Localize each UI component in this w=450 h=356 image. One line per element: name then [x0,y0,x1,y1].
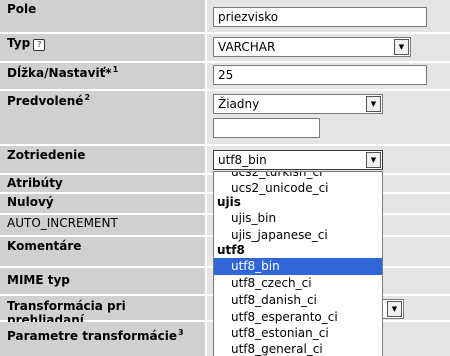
optgroup-utf8: utf8 [217,243,245,257]
chevron-down-icon[interactable]: ▼ [366,96,381,112]
label-zotriedenie-text: Zotriedenie [7,148,86,162]
collation-select[interactable]: utf8_bin ▼ [213,150,383,170]
label-komentare-text: Komentáre [7,239,82,253]
label-nulovy-text: Nulový [7,195,54,209]
row-predvolene: Predvolené2 Žiadny ▼ [0,91,450,144]
footnote-2: 2 [84,93,91,102]
row-zotriedenie: Zotriedenie utf8_bin ▼ [0,146,450,173]
option-ujis-bin[interactable]: ujis_bin [214,210,382,227]
option-utf8-general-ci[interactable]: utf8_general_ci [214,341,382,356]
label-typ: Typ? [0,34,205,61]
label-atributy-text: Atribúty [7,176,63,190]
chevron-down-icon[interactable]: ▼ [366,152,381,168]
label-predvolene: Predvolené2 [0,91,205,144]
option-utf8-danish-ci[interactable]: utf8_danish_ci [214,292,382,309]
default-select[interactable]: Žiadny ▼ [213,94,383,114]
row-dlzka: Dĺžka/Nastaviť*1 25 [0,63,450,89]
transformation-select[interactable]: ▼ [380,299,404,319]
type-select[interactable]: VARCHAR ▼ [213,37,411,57]
length-value: 25 [218,68,234,82]
field-name-input[interactable]: priezvisko [213,7,427,27]
collation-dropdown-list[interactable]: ucs2_turkish_ci ucs2_unicode_ci ujis uji… [213,171,383,356]
row-typ: Typ? VARCHAR ▼ [0,34,450,61]
label-mime-text: MIME typ [7,273,70,287]
label-atributy: Atribúty [0,175,205,192]
default-value-input[interactable] [213,118,320,138]
label-parametre-text: Parametre transformácie [7,329,177,343]
label-dlzka: Dĺžka/Nastaviť*1 [0,63,205,89]
label-dlzka-text: Dĺžka/Nastaviť* [7,66,112,80]
default-select-value: Žiadny [218,97,260,111]
label-auto-increment: AUTO_INCREMENT [0,215,205,235]
footnote-3: 3 [178,328,184,337]
label-transformacia: Transformácia pri prehliadaní [0,296,205,327]
option-utf8-estonian-ci[interactable]: utf8_estonian_ci [214,325,382,342]
label-nulovy: Nulový [0,194,205,213]
row-pole: Pole priezvisko [0,0,450,32]
type-select-value: VARCHAR [218,40,276,54]
label-mime: MIME typ [0,268,205,294]
label-komentare: Komentáre [0,237,205,266]
help-icon[interactable]: ? [33,39,46,51]
label-pole: Pole [0,0,205,32]
option-utf8-esperanto-ci[interactable]: utf8_esperanto_ci [214,309,382,326]
length-input[interactable]: 25 [213,65,427,85]
optgroup-ujis: ujis [217,195,241,209]
option-utf8-bin[interactable]: utf8_bin [214,258,382,275]
collation-select-value: utf8_bin [218,153,267,167]
option-utf8-czech-ci[interactable]: utf8_czech_ci [214,275,382,292]
label-parametre: Parametre transformácie3 [0,322,205,356]
label-pole-text: Pole [7,2,37,16]
chevron-down-icon[interactable]: ▼ [394,39,409,55]
label-typ-text: Typ [7,36,31,50]
label-auto-increment-text: AUTO_INCREMENT [7,216,118,230]
chevron-down-icon[interactable]: ▼ [387,301,402,317]
label-predvolene-text: Predvolené [7,94,84,108]
label-zotriedenie: Zotriedenie [0,146,205,173]
footnote-1: 1 [112,65,119,74]
field-name-value: priezvisko [218,10,279,24]
